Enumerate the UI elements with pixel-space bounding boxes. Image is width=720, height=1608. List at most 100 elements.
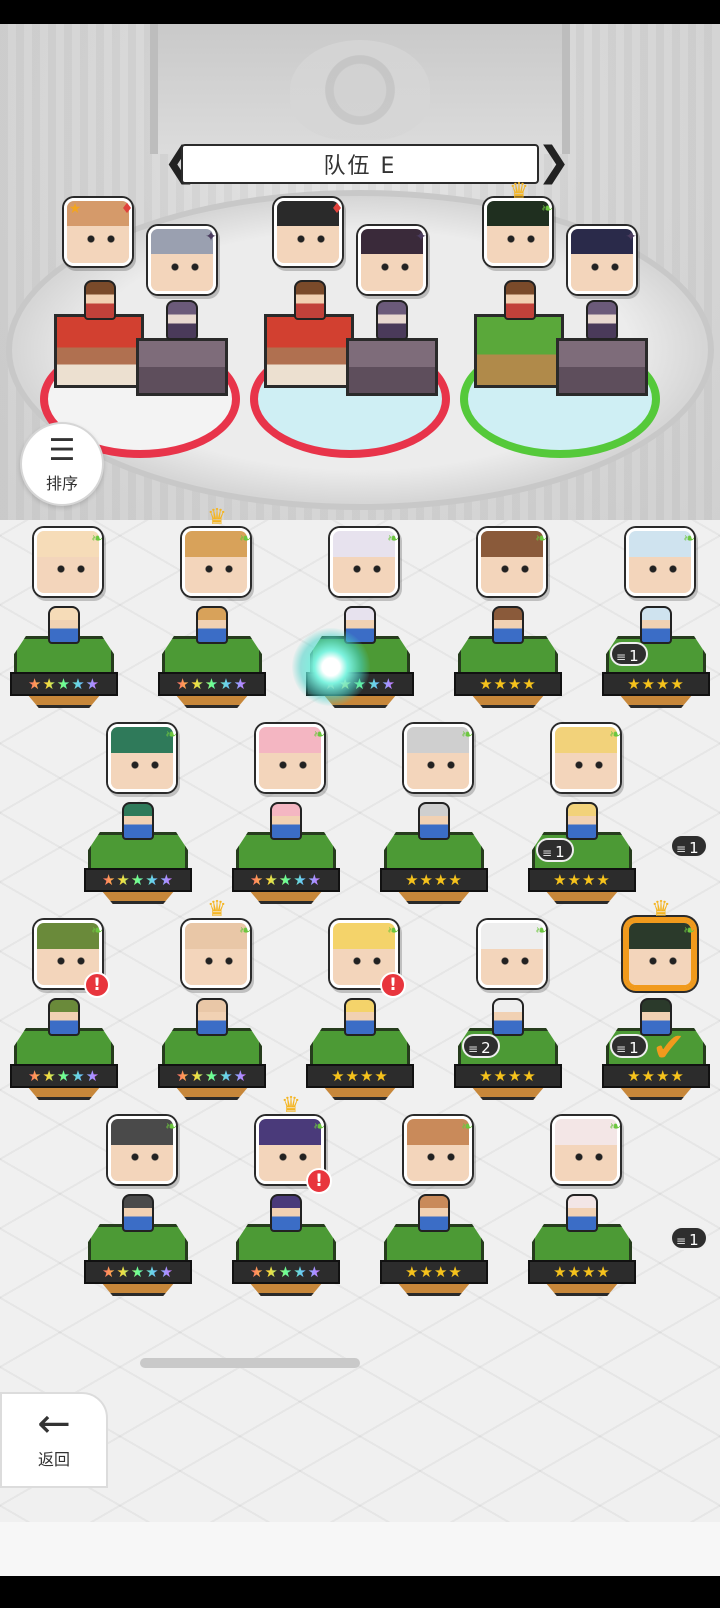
hero-eyes <box>203 565 235 573</box>
star-rating: ★★★★★ <box>10 672 118 696</box>
hero-card[interactable]: ★★★★ ❧ <box>380 724 500 920</box>
back-block <box>556 338 648 396</box>
sort-button[interactable]: ☰ 排序 <box>20 422 104 506</box>
star-badge-element-icon: ★ <box>68 201 82 217</box>
hero-eyes <box>647 957 679 965</box>
star-rating: ★★★★ <box>602 672 710 696</box>
star-rating: ★★★★★ <box>10 1064 118 1088</box>
hero-sprite <box>196 998 228 1036</box>
leaf-element-icon: ❧ <box>313 727 325 743</box>
stack-icon: ≡ <box>468 1042 479 1056</box>
team-slot[interactable] <box>250 280 450 460</box>
leaf-element-icon: ❧ <box>387 531 399 547</box>
duplicate-count-badge: ≡ 1 <box>610 642 648 666</box>
hero-card[interactable]: ★★★★ ❧! <box>306 920 426 1116</box>
back-button[interactable]: ← 返回 <box>0 1392 108 1488</box>
hero-card[interactable]: ★★★★★ ❧ ♛! <box>232 1095 352 1312</box>
hero-card[interactable]: ★★★★★ ❧ ♛ <box>158 507 278 724</box>
leaf-element-icon: ❧ <box>165 727 177 743</box>
game-screen: ❮ 队伍 E ❯ ☰ 排序 ★★★★★❧★★★★★❧♛★★★★★❧★★★★❧★★… <box>0 0 720 1608</box>
hero-sprite <box>492 998 524 1036</box>
crown-icon: ♛ <box>207 897 227 922</box>
hero-pedestal: ★★★★ <box>380 802 488 914</box>
dark-element-icon: ✦ <box>415 229 427 245</box>
fire-element-icon: ♦ <box>330 201 344 217</box>
next-team-button[interactable]: ❯ <box>537 140 571 188</box>
hero-sprite <box>270 1194 302 1232</box>
team-slot[interactable] <box>460 280 660 460</box>
hero-card[interactable]: ★★★★ ❧ ♛ ≡ 1 ✔ <box>602 899 720 1116</box>
hero-pedestal: ★★★★★ <box>232 802 340 914</box>
team-title-bar: 队伍 E <box>181 144 539 184</box>
hero-eyes <box>505 235 537 243</box>
leaf-element-icon: ❧ <box>91 923 103 939</box>
star-rating: ★★★★★ <box>232 1260 340 1284</box>
arena-emblem <box>290 40 430 140</box>
leaf-element-icon: ❧ <box>683 923 695 939</box>
duplicate-count-badge: ≡ 2 <box>462 1034 500 1058</box>
hero-card[interactable]: ★★★★ ❧ <box>528 1116 648 1312</box>
team-selector: ❮ 队伍 E ❯ <box>163 140 571 188</box>
hero-card[interactable]: ★★★★★ ❧ <box>10 528 130 724</box>
stack-icon: ≡ <box>542 846 553 860</box>
leaf-element-icon: ❧ <box>683 531 695 547</box>
duplicate-count: 1 <box>629 1039 639 1057</box>
hero-eyes <box>647 565 679 573</box>
leaf-element-icon: ❧ <box>461 1119 473 1135</box>
duplicate-count: 1 <box>555 843 565 861</box>
star-rating: ★★★★ <box>454 1064 562 1088</box>
bottom-strip <box>0 1522 720 1576</box>
crown-icon: ♛ <box>651 897 671 922</box>
hero-sprite <box>196 606 228 644</box>
stars-text: ★★★★ <box>405 871 463 889</box>
front-block <box>474 314 564 388</box>
hero-eyes <box>129 761 161 769</box>
hero-card[interactable]: ★★★★ ❧ ≡ 1 <box>602 528 720 724</box>
hero-card[interactable]: ★★★★ ❧ ≡ 1 <box>528 724 648 920</box>
leaf-element-icon: ❧ <box>239 923 251 939</box>
stars-text: ★★★★★ <box>101 1263 175 1281</box>
stack-icon: ≡ <box>616 650 627 664</box>
hero-sprite <box>376 300 408 340</box>
dark-element-icon: ✦ <box>205 229 217 245</box>
fire-element-icon: ♦ <box>120 201 134 217</box>
hero-card[interactable]: ★★★★★ ❧! <box>10 920 130 1116</box>
hero-card[interactable]: ★★★★ ❧ <box>380 1116 500 1312</box>
prev-team-button[interactable]: ❮ <box>163 140 197 188</box>
sort-label: 排序 <box>45 474 78 493</box>
hero-card[interactable]: ★★★★★ ❧ <box>84 1116 204 1312</box>
leaf-element-icon: ❧ <box>541 201 553 217</box>
stars-text: ★★★★★ <box>249 871 323 889</box>
duplicate-count-badge: ≡ 1 <box>610 1034 648 1058</box>
hero-eyes <box>499 957 531 965</box>
hero-pedestal: ★★★★★ <box>158 998 266 1110</box>
leaf-element-icon: ❧ <box>609 727 621 743</box>
stack-icon: ≡ <box>676 1234 687 1248</box>
crown-icon: ♛ <box>207 505 227 530</box>
hero-eyes <box>85 235 117 243</box>
hero-card[interactable]: ★★★★★ ❧ <box>232 724 352 920</box>
star-rating: ★★★★ <box>528 868 636 892</box>
hero-sprite <box>566 1194 598 1232</box>
stars-text: ★★★★ <box>479 1067 537 1085</box>
front-block <box>54 314 144 388</box>
status-bar <box>0 0 720 24</box>
hero-card[interactable]: ★★★★ ❧ <box>454 528 574 724</box>
roster-scrollbar[interactable] <box>140 1358 360 1368</box>
arrow-left-icon: ← <box>37 1401 71 1447</box>
stars-text: ★★★★★ <box>175 1067 249 1085</box>
hero-sprite <box>344 998 376 1036</box>
hero-card[interactable]: ★★★★★ ❧ <box>84 724 204 920</box>
hero-card[interactable]: ★★★★★ ❧ ♛ <box>158 899 278 1116</box>
stars-text: ★★★★★ <box>175 675 249 693</box>
glow-effect <box>292 628 370 706</box>
hero-pedestal: ★★★★ <box>306 998 414 1110</box>
hero-eyes <box>129 1153 161 1161</box>
sort-icon: ☰ <box>48 433 76 468</box>
hero-card[interactable]: ★★★★ ❧ ≡ 2 <box>454 920 574 1116</box>
back-block <box>346 338 438 396</box>
hero-eyes <box>425 761 457 769</box>
hero-eyes <box>379 263 411 271</box>
hero-eyes <box>169 263 201 271</box>
alert-badge: ! <box>84 972 110 998</box>
